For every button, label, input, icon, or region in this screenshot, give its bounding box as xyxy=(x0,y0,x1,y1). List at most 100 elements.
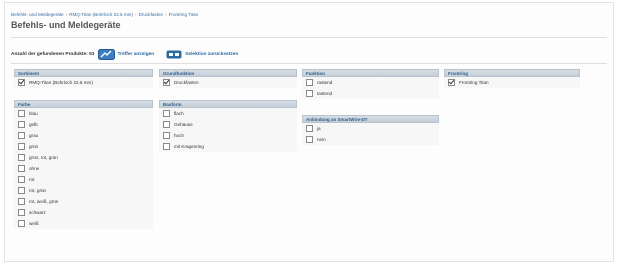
filter-option[interactable]: RMQ-Titan (Bohrloch 22.5 mm) xyxy=(14,77,153,88)
panel-body: Frontring Titan xyxy=(444,77,580,88)
panel-body: rastend tastend xyxy=(302,77,439,99)
filter-option[interactable]: weiß xyxy=(14,218,153,229)
result-bar: Anzahl der gefundenen Produkte: 53 Treff… xyxy=(11,48,238,60)
filter-panel-frontring: Frontring Frontring Titan xyxy=(444,69,580,88)
checkbox[interactable] xyxy=(163,132,170,139)
checkbox-checked[interactable] xyxy=(163,79,170,86)
panel-header: Funktion xyxy=(302,69,439,77)
option-label: gelb xyxy=(29,122,38,127)
filter-option[interactable]: gelb xyxy=(14,119,153,130)
page-frame: Befehls- und Meldegeräte › RMQ-Titan (Bohr… xyxy=(4,2,614,262)
panel-header: Grundfunktion xyxy=(159,69,297,77)
checkbox[interactable] xyxy=(18,209,25,216)
breadcrumb-item[interactable]: Frontring Titan xyxy=(169,12,199,17)
checkbox[interactable] xyxy=(306,79,313,86)
option-label: ja xyxy=(317,126,321,131)
filter-option[interactable]: flach xyxy=(159,108,297,119)
option-label: nein xyxy=(317,137,326,142)
option-label: Frontring Titan xyxy=(459,80,489,85)
checkbox[interactable] xyxy=(18,165,25,172)
breadcrumb-item[interactable]: Druckfasten xyxy=(139,12,164,17)
page-title: Befehls- und Meldegeräte xyxy=(11,20,121,30)
checkbox[interactable] xyxy=(306,90,313,97)
filter-panel-farbe: Farbe blau gelb grau grün grün, rot, grü… xyxy=(14,100,153,229)
checkbox[interactable] xyxy=(18,110,25,117)
checkbox[interactable] xyxy=(18,198,25,205)
reset-icon xyxy=(166,50,182,58)
option-label: Druckfasten xyxy=(174,80,199,85)
panel-header: Frontring xyxy=(444,69,580,77)
filter-option[interactable]: nein xyxy=(302,134,439,145)
breadcrumb-item[interactable]: Befehls- und Meldegeräte xyxy=(11,12,64,17)
checkbox[interactable] xyxy=(18,220,25,227)
breadcrumb: Befehls- und Meldegeräte › RMQ-Titan (Bohr… xyxy=(11,12,198,17)
breadcrumb-separator: › xyxy=(165,12,167,17)
filter-panel-bauform: Bauform flach Gehäuse hoch mit Kragenrin… xyxy=(159,100,297,152)
filter-option[interactable]: rot, weiß, grün xyxy=(14,196,153,207)
panel-body: Druckfasten xyxy=(159,77,297,88)
checkbox[interactable] xyxy=(306,136,313,143)
panel-header: Sortiment xyxy=(14,69,153,77)
panel-body: blau gelb grau grün grün, rot, grün ohne… xyxy=(14,108,153,229)
checkbox[interactable] xyxy=(18,187,25,194)
filter-panel-funktion: Funktion rastend tastend xyxy=(302,69,439,99)
filter-option[interactable]: grau xyxy=(14,130,153,141)
checkbox[interactable] xyxy=(18,143,25,150)
option-label: weiß xyxy=(29,221,39,226)
breadcrumb-item[interactable]: RMQ-Titan (Bohrloch 22.5 mm) xyxy=(69,12,133,17)
filter-option[interactable]: ohne xyxy=(14,163,153,174)
filter-option[interactable]: Gehäuse xyxy=(159,119,297,130)
checkbox[interactable] xyxy=(18,176,25,183)
reset-selection-label: Selektion zurücksetzen xyxy=(185,51,239,57)
filter-option[interactable]: blau xyxy=(14,108,153,119)
option-label: mit Kragenring xyxy=(174,144,204,149)
checkbox[interactable] xyxy=(163,110,170,117)
panel-body: flach Gehäuse hoch mit Kragenring xyxy=(159,108,297,152)
option-label: blau xyxy=(29,111,38,116)
checkbox[interactable] xyxy=(163,143,170,150)
divider xyxy=(11,37,607,38)
checkbox[interactable] xyxy=(18,132,25,139)
filter-panel-sortiment: Sortiment RMQ-Titan (Bohrloch 22.5 mm) xyxy=(14,69,153,88)
option-label: grün, rot, grün xyxy=(29,155,58,160)
show-results-label: Treffer anzeigen xyxy=(117,51,155,57)
option-label: rot xyxy=(29,177,35,182)
filter-option[interactable]: grün xyxy=(14,141,153,152)
filter-option[interactable]: tastend xyxy=(302,88,439,99)
option-label: Gehäuse xyxy=(174,122,193,127)
checkbox[interactable] xyxy=(18,154,25,161)
filter-option[interactable]: schwarz xyxy=(14,207,153,218)
option-label: rot, grün xyxy=(29,188,47,193)
option-label: tastend xyxy=(317,91,333,96)
option-label: ohne xyxy=(29,166,40,171)
filter-option[interactable]: hoch xyxy=(159,130,297,141)
reset-selection-button[interactable]: Selektion zurücksetzen xyxy=(166,50,238,59)
panel-body: ja nein xyxy=(302,123,439,145)
filter-panel-grundfunktion: Grundfunktion Druckfasten xyxy=(159,69,297,88)
panel-header: Anbindung an SmartWire-DT xyxy=(302,115,439,123)
option-label: rastend xyxy=(317,80,333,85)
checkbox-checked[interactable] xyxy=(448,79,455,86)
filter-option[interactable]: Frontring Titan xyxy=(444,77,580,88)
breadcrumb-separator: › xyxy=(135,12,137,17)
filter-option[interactable]: rot xyxy=(14,174,153,185)
filter-option[interactable]: rot, grün xyxy=(14,185,153,196)
filter-option[interactable]: rastend xyxy=(302,77,439,88)
checkbox-checked[interactable] xyxy=(18,79,25,86)
option-label: grün xyxy=(29,144,39,149)
show-results-button[interactable]: Treffer anzeigen xyxy=(98,48,155,60)
option-label: flach xyxy=(174,111,184,116)
filter-option[interactable]: mit Kragenring xyxy=(159,141,297,152)
filter-option[interactable]: Druckfasten xyxy=(159,77,297,88)
breadcrumb-separator: › xyxy=(65,12,68,17)
divider xyxy=(11,63,607,64)
option-label: RMQ-Titan (Bohrloch 22.5 mm) xyxy=(29,80,93,85)
option-label: schwarz xyxy=(29,210,46,215)
option-label: rot, weiß, grün xyxy=(29,199,59,204)
checkbox[interactable] xyxy=(163,121,170,128)
panel-body: RMQ-Titan (Bohrloch 22.5 mm) xyxy=(14,77,153,88)
filter-option[interactable]: ja xyxy=(302,123,439,134)
checkbox[interactable] xyxy=(306,125,313,132)
filter-option[interactable]: grün, rot, grün xyxy=(14,152,153,163)
checkbox[interactable] xyxy=(18,121,25,128)
